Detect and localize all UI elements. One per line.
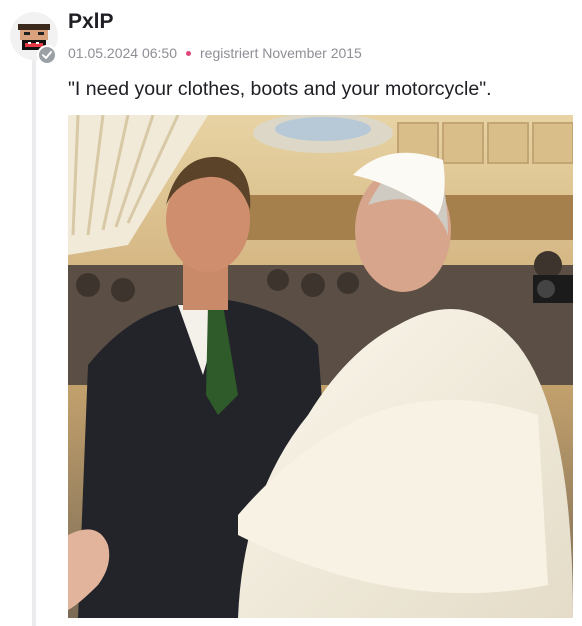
separator-dot xyxy=(186,50,191,56)
check-badge-icon xyxy=(37,45,57,65)
thread-line xyxy=(32,58,36,626)
timestamp[interactable]: 01.05.2024 06:50 xyxy=(68,45,177,61)
registration-date: registriert November 2015 xyxy=(200,45,362,61)
post-image[interactable] xyxy=(68,115,573,618)
username[interactable]: PxlP xyxy=(68,10,114,34)
post-meta: 01.05.2024 06:50 registriert November 20… xyxy=(68,45,362,61)
post-text: "I need your clothes, boots and your mot… xyxy=(68,78,492,100)
